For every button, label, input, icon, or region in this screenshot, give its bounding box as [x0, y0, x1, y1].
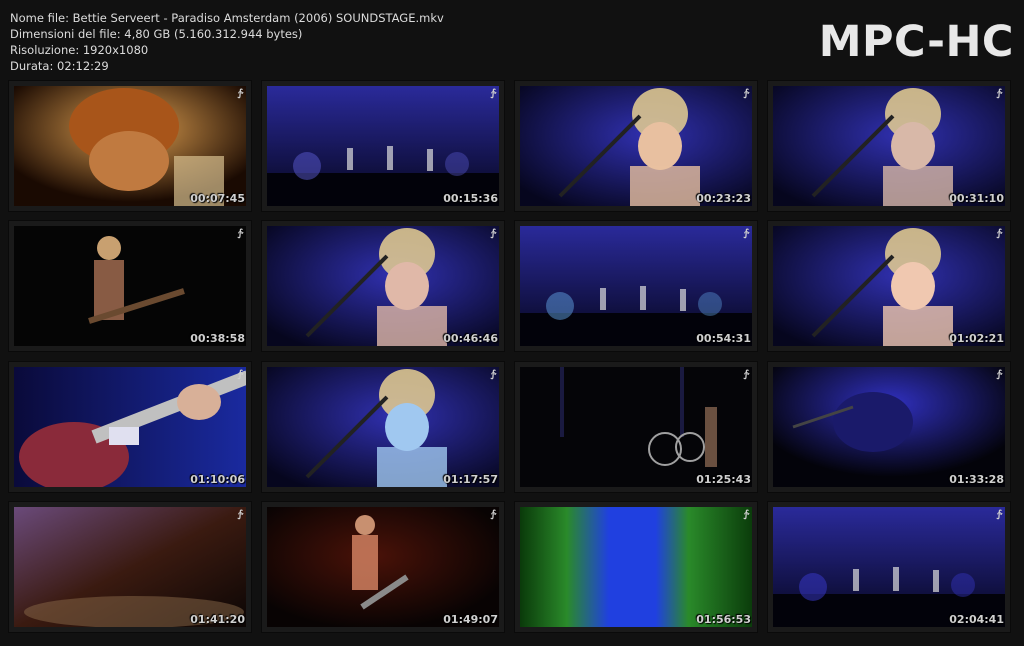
channel-logo-icon: ∱ [996, 369, 1002, 380]
thumbnail: ∱ 00:23:23 [514, 80, 758, 212]
timestamp-label: 01:49:07 [443, 613, 498, 626]
timestamp-label: 01:56:53 [696, 613, 751, 626]
timestamp-label: 00:31:10 [949, 192, 1004, 205]
video-frame-image [267, 507, 499, 627]
video-frame-image [773, 226, 1005, 346]
channel-logo-icon: ∱ [743, 369, 749, 380]
thumbnail: ∱ 00:38:58 [8, 220, 252, 352]
thumbnail: ∱ 01:49:07 [261, 501, 505, 633]
video-frame-image [267, 367, 499, 487]
video-frame-image [267, 86, 499, 206]
timestamp-label: 00:23:23 [696, 192, 751, 205]
thumbnail: ∱ 00:15:36 [261, 80, 505, 212]
channel-logo-icon: ∱ [490, 369, 496, 380]
channel-logo-icon: ∱ [996, 88, 1002, 99]
video-frame-image [14, 226, 246, 346]
timestamp-label: 00:07:45 [190, 192, 245, 205]
video-frame-image [773, 86, 1005, 206]
channel-logo-icon: ∱ [743, 509, 749, 520]
thumbnail: ∱ 01:17:57 [261, 361, 505, 493]
channel-logo-icon: ∱ [490, 88, 496, 99]
timestamp-label: 00:54:31 [696, 332, 751, 345]
channel-logo-icon: ∱ [743, 88, 749, 99]
timestamp-label: 00:46:46 [443, 332, 498, 345]
thumbnail: ∱ 01:10:06 [8, 361, 252, 493]
timestamp-label: 01:33:28 [949, 473, 1004, 486]
thumbnail: ∱ 00:54:31 [514, 220, 758, 352]
video-frame-image [520, 367, 752, 487]
timestamp-label: 01:17:57 [443, 473, 498, 486]
video-frame-image [14, 507, 246, 627]
thumbnail: ∱ 00:46:46 [261, 220, 505, 352]
thumbnail: ∱ 02:04:41 [767, 501, 1011, 633]
channel-logo-icon: ∱ [237, 369, 243, 380]
channel-logo-icon: ∱ [996, 228, 1002, 239]
timestamp-label: 01:02:21 [949, 332, 1004, 345]
timestamp-label: 01:25:43 [696, 473, 751, 486]
channel-logo-icon: ∱ [996, 509, 1002, 520]
channel-logo-icon: ∱ [490, 509, 496, 520]
video-frame-image [14, 86, 246, 206]
timestamp-label: 02:04:41 [949, 613, 1004, 626]
video-frame-image [773, 367, 1005, 487]
thumbnail: ∱ 00:31:10 [767, 80, 1011, 212]
video-frame-image [14, 367, 246, 487]
thumbnail: ∱ 01:56:53 [514, 501, 758, 633]
timestamp-label: 01:41:20 [190, 613, 245, 626]
channel-logo-icon: ∱ [743, 228, 749, 239]
video-frame-image [267, 226, 499, 346]
thumbnail: ∱ 01:41:20 [8, 501, 252, 633]
video-frame-image [520, 226, 752, 346]
channel-logo-icon: ∱ [237, 228, 243, 239]
thumbnail: ∱ 00:07:45 [8, 80, 252, 212]
channel-logo-icon: ∱ [237, 88, 243, 99]
video-frame-image [520, 86, 752, 206]
timestamp-label: 00:15:36 [443, 192, 498, 205]
video-frame-image [520, 507, 752, 627]
video-frame-image [773, 507, 1005, 627]
channel-logo-icon: ∱ [490, 228, 496, 239]
thumbnail: ∱ 01:02:21 [767, 220, 1011, 352]
thumbnail-grid: ∱ 00:07:45 ∱ 00:15:36 ∱ 00:23:23 ∱ 00:31… [0, 0, 1024, 646]
thumbnail: ∱ 01:33:28 [767, 361, 1011, 493]
channel-logo-icon: ∱ [237, 509, 243, 520]
timestamp-label: 00:38:58 [190, 332, 245, 345]
thumbnail: ∱ 01:25:43 [514, 361, 758, 493]
timestamp-label: 01:10:06 [190, 473, 245, 486]
